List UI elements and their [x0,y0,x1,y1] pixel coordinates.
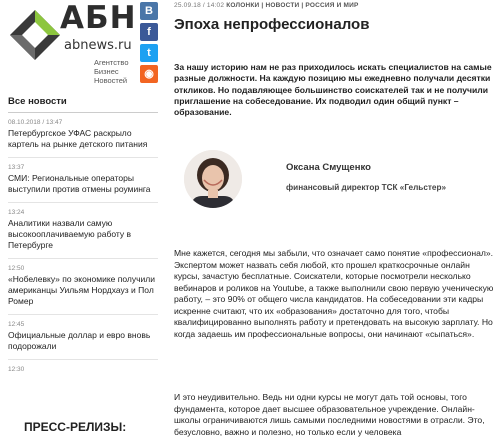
news-link[interactable]: Официальные доллар и евро вновь подорожа… [8,330,158,352]
vk-icon[interactable]: В [140,2,158,20]
article-paragraph: И это неудивительно. Ведь ни одни курсы … [174,392,485,437]
news-link[interactable]: СМИ: Региональные операторы выступили пр… [8,173,158,195]
left-column: АБН abnews.ru Агентство Бизнес Новостей … [0,0,165,448]
news-link[interactable]: «Нобелевку» по экономике получили америк… [8,274,158,307]
article-meta: 25.09.18 / 14:02 КОЛОНКИ | НОВОСТИ | РОС… [174,2,496,9]
author-avatar [184,150,242,208]
news-item[interactable]: 12:50 «Нобелевку» по экономике получили … [8,265,158,315]
author-role: финансовый директор ТСК «Гельстер» [286,183,447,192]
rss-icon[interactable]: ◉ [140,65,158,83]
news-time: 12:45 [8,321,25,328]
logo-wordmark: АБН [60,0,137,36]
news-item[interactable]: 08.10.2018 / 13:47 Петербургское УФАС ра… [8,119,158,158]
article-date: 25.09.18 / 14:02 [174,2,225,9]
news-link[interactable]: Аналитики назвали самую высокооплачиваем… [8,218,158,251]
news-link[interactable]: Петербургское УФАС раскрыло картель на р… [8,128,158,150]
news-time: 12:30 [8,366,25,373]
article-lead: За нашу историю нам не раз приходилось и… [174,62,492,118]
news-item[interactable]: 12:45 Официальные доллар и евро вновь по… [8,321,158,360]
facebook-icon[interactable]: f [140,23,158,41]
news-time: 13:24 [8,209,25,216]
news-feed-title[interactable]: Все новости [8,96,158,113]
article-rubrics[interactable]: КОЛОНКИ | НОВОСТИ | РОССИЯ И МИР [226,2,358,9]
news-time: 13:37 [8,164,25,171]
author-name: Оксана Смущенко [286,162,371,173]
twitter-icon[interactable]: t [140,44,158,62]
news-time: 08.10.2018 / 13:47 [8,119,63,126]
news-time: 12:50 [8,265,25,272]
author-photo [184,150,242,208]
news-feed: Все новости 08.10.2018 / 13:47 Петербург… [8,96,158,388]
news-item[interactable]: 13:24 Аналитики назвали самую высокоопла… [8,209,158,259]
author-block: Оксана Смущенко финансовый директор ТСК … [174,150,496,210]
social-links: В f t ◉ [140,2,160,86]
article: 25.09.18 / 14:02 КОЛОНКИ | НОВОСТИ | РОС… [174,0,496,448]
article-paragraph: Мне кажется, сегодня мы забыли, что озна… [174,248,494,339]
logo-diamond-icon [10,10,60,60]
news-item[interactable]: 12:30 [8,366,158,382]
article-title: Эпоха непрофессионалов [174,16,370,33]
press-releases-title[interactable]: ПРЕСС-РЕЛИЗЫ: [24,420,126,434]
news-item[interactable]: 13:37 СМИ: Региональные операторы выступ… [8,164,158,203]
logo-site-name: abnews.ru [64,38,132,53]
site-logo[interactable]: АБН abnews.ru Агентство Бизнес Новостей [4,0,137,86]
